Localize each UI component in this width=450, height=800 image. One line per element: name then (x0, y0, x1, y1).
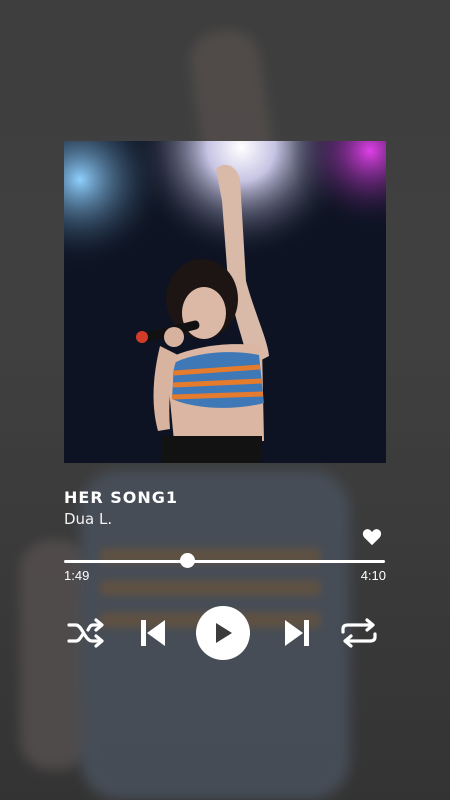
track-title: HER SONG1 (64, 488, 178, 507)
play-button[interactable] (196, 606, 250, 660)
shuffle-button[interactable] (66, 617, 106, 649)
play-icon (216, 623, 232, 643)
shuffle-icon (67, 618, 104, 648)
heart-icon (362, 529, 382, 546)
album-artwork (64, 141, 386, 463)
progress-knob[interactable] (179, 553, 195, 568)
next-button[interactable] (282, 617, 312, 649)
skip-next-icon (285, 620, 309, 646)
previous-button[interactable] (138, 617, 168, 649)
track-artist: Dua L. (64, 510, 113, 528)
total-time: 4:10 (360, 568, 386, 583)
current-time: 1:49 (64, 568, 90, 583)
repeat-icon (341, 618, 377, 648)
progress-bar[interactable] (64, 553, 385, 568)
progress-track (64, 560, 385, 563)
skip-previous-icon (141, 620, 165, 646)
like-button[interactable] (362, 528, 382, 546)
repeat-button[interactable] (338, 617, 380, 649)
